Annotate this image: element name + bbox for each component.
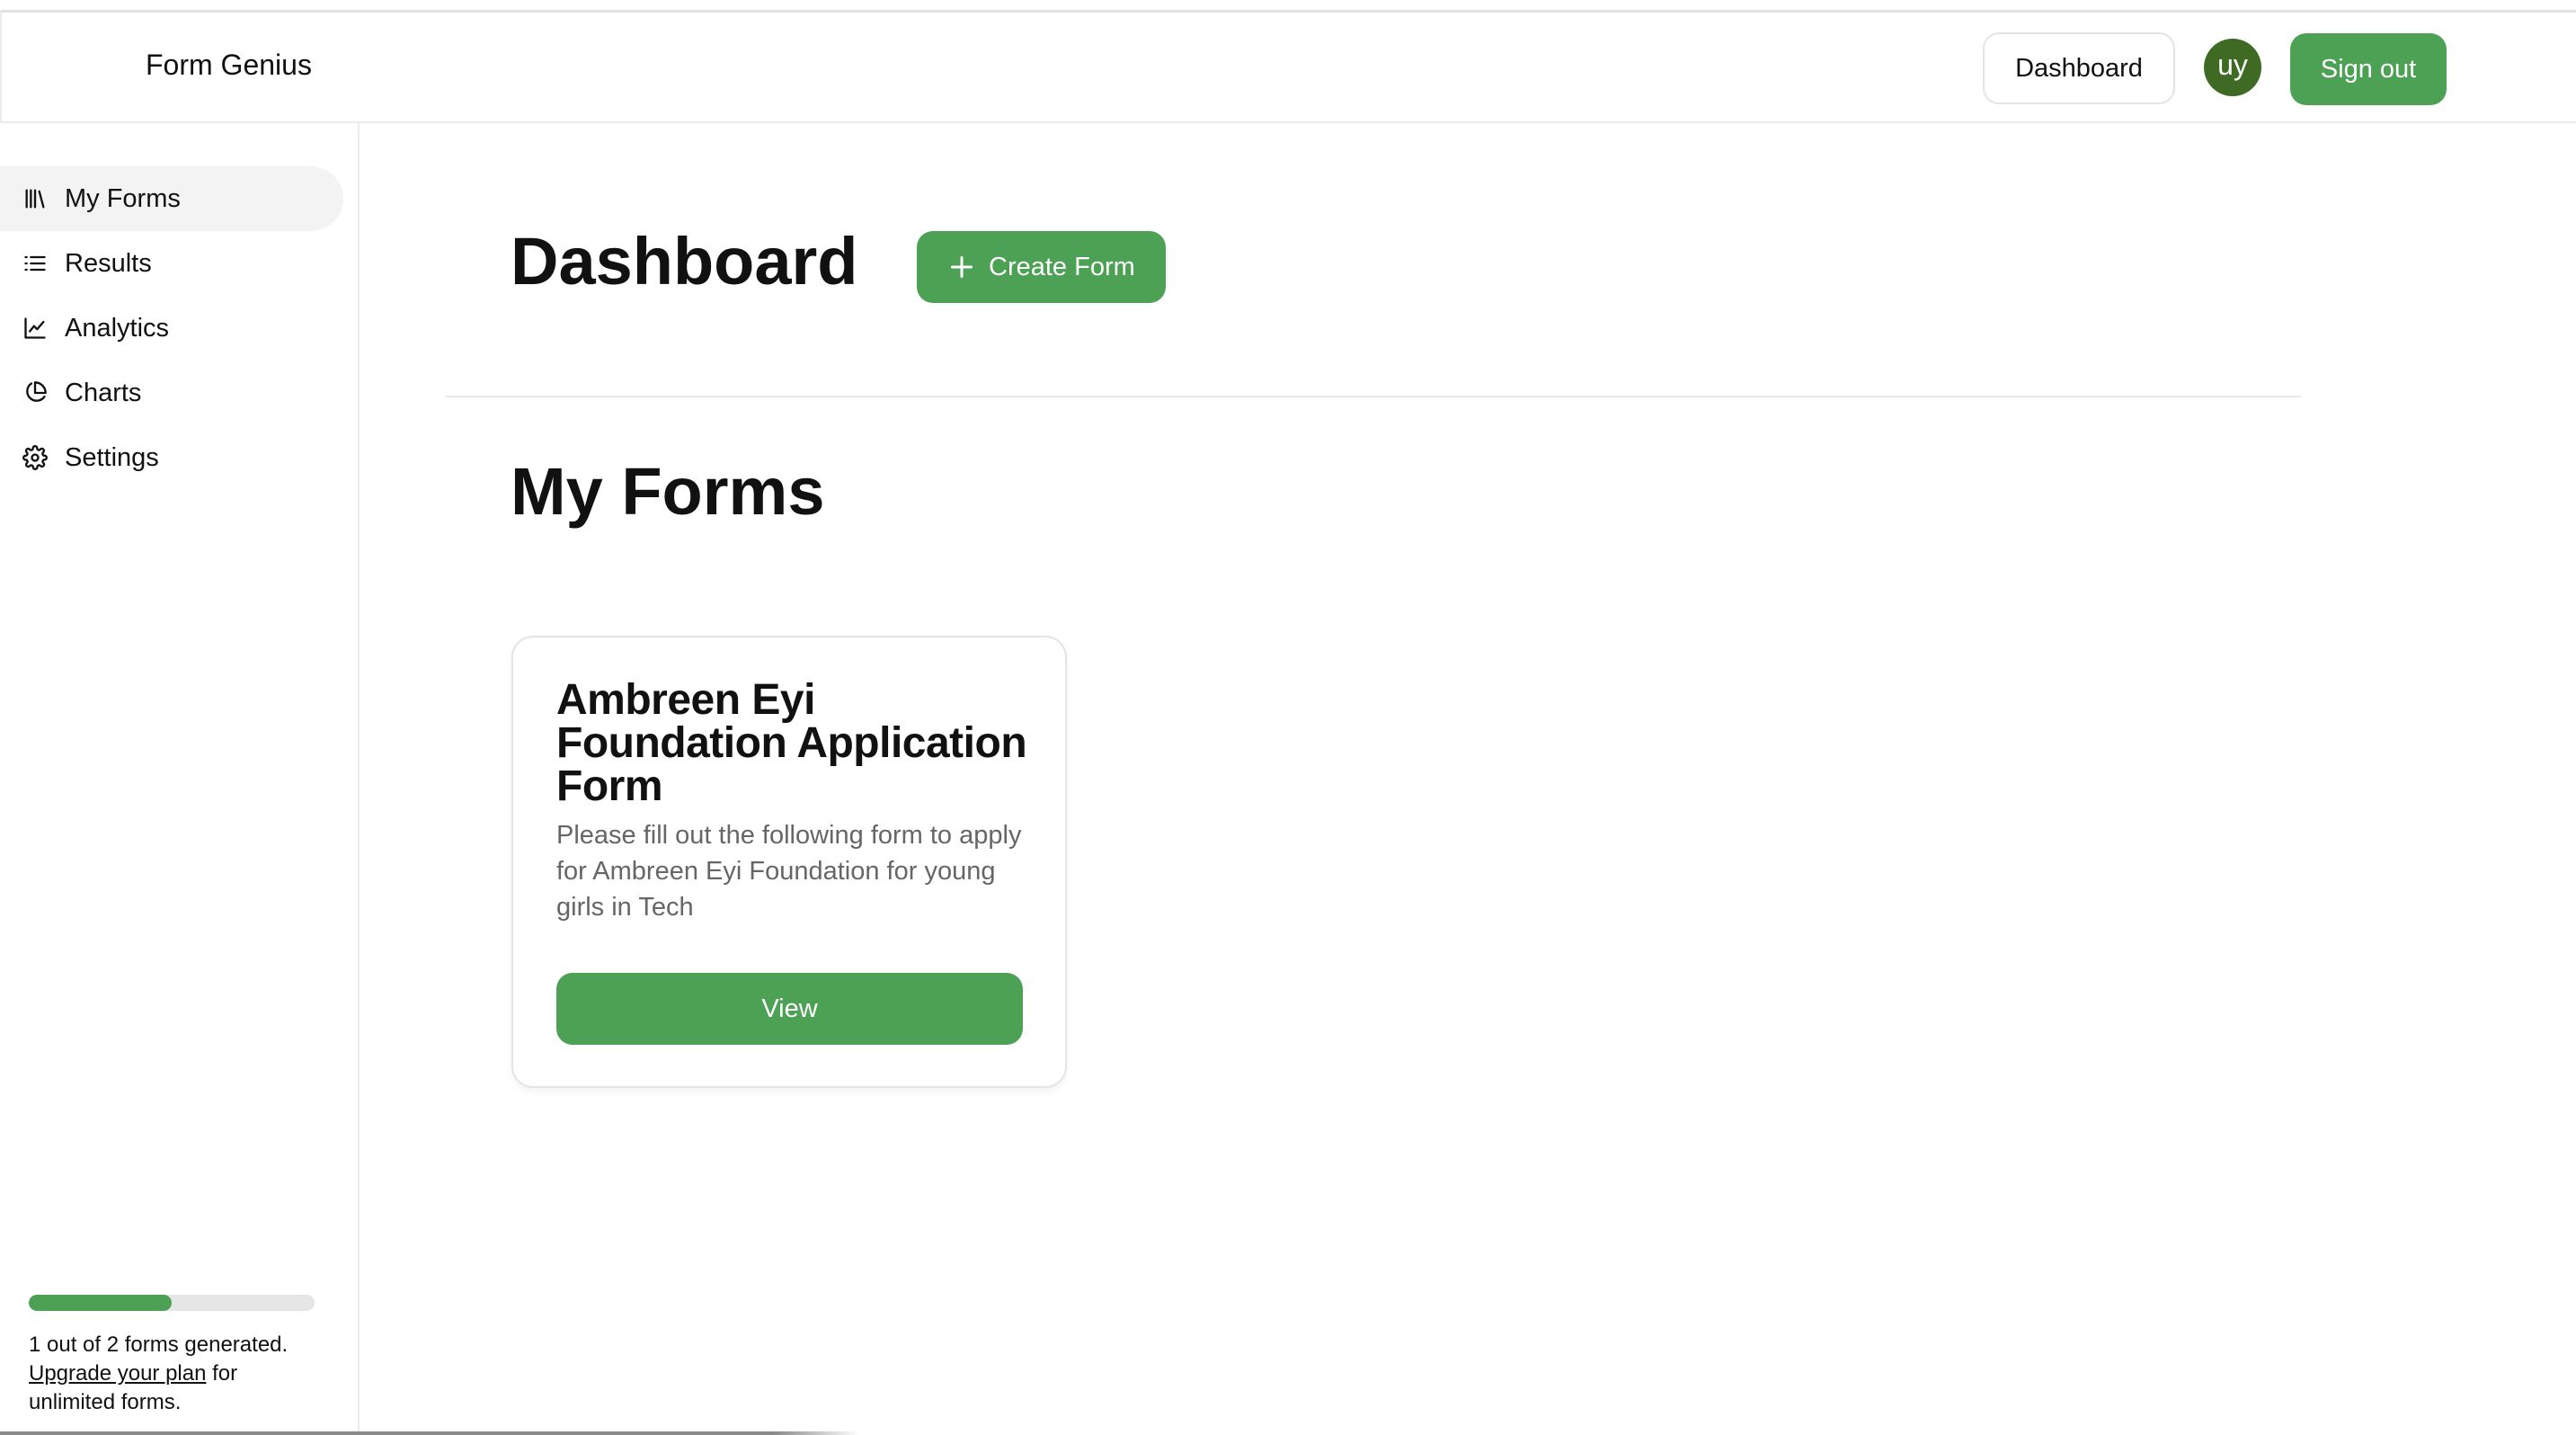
sign-out-button[interactable]: Sign out: [2290, 33, 2447, 105]
gear-icon: [22, 444, 49, 471]
sidebar-item-label: Results: [65, 248, 152, 278]
upgrade-plan-link[interactable]: Upgrade your plan: [29, 1361, 206, 1386]
divider: [446, 396, 2301, 397]
top-header: Form Genius Dashboard uy Sign out: [0, 10, 2576, 123]
sidebar-item-analytics[interactable]: Analytics: [0, 296, 343, 361]
page-title: Dashboard: [511, 224, 858, 299]
pie-chart-icon: [22, 379, 49, 406]
app-window: Form Genius Dashboard uy Sign out My For…: [0, 0, 2576, 1435]
avatar[interactable]: uy: [2204, 39, 2261, 96]
view-form-button[interactable]: View: [556, 973, 1023, 1045]
usage-suffix-text-2: unlimited forms.: [29, 1390, 182, 1414]
create-form-label: Create Form: [989, 252, 1135, 281]
usage-progress-fill: [29, 1295, 172, 1311]
sidebar-item-label: Charts: [65, 378, 142, 407]
sidebar-item-charts[interactable]: Charts: [0, 361, 343, 425]
form-card-description: Please fill out the following form to ap…: [556, 821, 1022, 922]
sidebar-item-results[interactable]: Results: [0, 231, 343, 296]
app-title[interactable]: Form Genius: [146, 49, 312, 82]
form-card: Ambreen Eyi Foundation Application Form …: [511, 636, 1067, 1088]
sidebar-item-label: Analytics: [65, 313, 170, 343]
create-form-button[interactable]: Create Form: [917, 231, 1166, 303]
section-title: My Forms: [511, 454, 825, 529]
sidebar: My Forms Results Analytics Charts Settin…: [0, 123, 360, 1435]
usage-progress-bar: [29, 1295, 315, 1311]
library-icon: [22, 185, 49, 212]
plus-icon: [951, 256, 973, 278]
sidebar-item-label: My Forms: [65, 183, 181, 213]
sidebar-item-my-forms[interactable]: My Forms: [0, 166, 343, 231]
dashboard-button[interactable]: Dashboard: [1983, 32, 2175, 104]
usage-panel: 1 out of 2 forms generated. Upgrade your…: [29, 1295, 325, 1417]
form-card-title: Ambreen Eyi Foundation Application Form: [556, 676, 1027, 810]
sidebar-item-settings[interactable]: Settings: [0, 425, 343, 490]
window-edge-shadow: [0, 1431, 859, 1435]
usage-count-text: 1 out of 2 forms generated.: [29, 1332, 289, 1357]
list-icon: [22, 250, 49, 277]
usage-text: 1 out of 2 forms generated. Upgrade your…: [29, 1331, 325, 1417]
line-chart-icon: [22, 315, 49, 342]
sidebar-item-label: Settings: [65, 442, 159, 472]
usage-suffix-text: for: [212, 1361, 238, 1386]
